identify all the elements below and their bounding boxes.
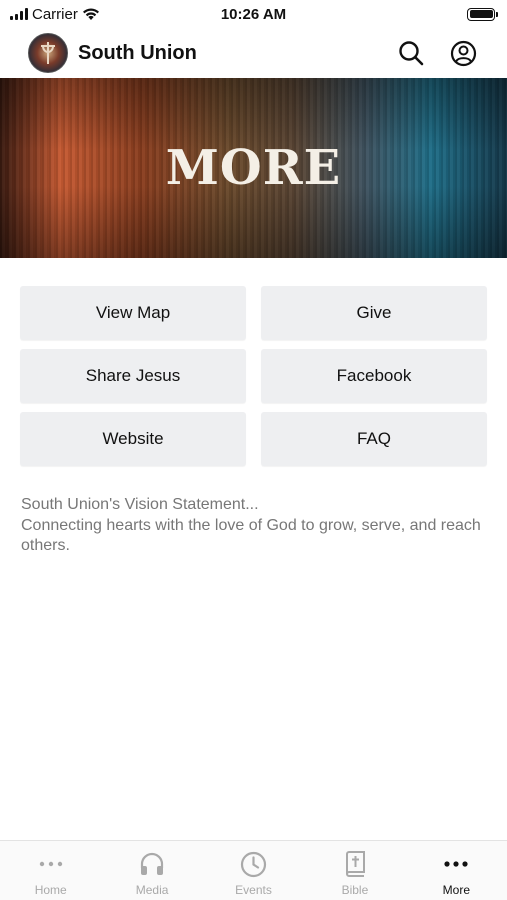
wifi-icon — [82, 8, 99, 20]
search-icon[interactable] — [395, 37, 427, 69]
vision-statement: South Union's Vision Statement... Connec… — [21, 495, 491, 557]
hero-banner: MORE — [0, 78, 507, 258]
church-logo-mark — [41, 42, 55, 64]
status-bar: Carrier 10:26 AM — [0, 0, 507, 28]
tab-media[interactable]: Media — [101, 841, 202, 900]
tab-more[interactable]: More — [406, 841, 507, 900]
tab-events-label: Events — [235, 883, 272, 897]
tab-more-label: More — [442, 883, 470, 897]
church-logo[interactable] — [28, 33, 68, 73]
tab-events[interactable]: Events — [203, 841, 304, 900]
dots-icon — [38, 850, 64, 878]
facebook-button[interactable]: Facebook — [261, 349, 487, 403]
battery-icon — [467, 7, 498, 21]
give-button[interactable]: Give — [261, 286, 487, 340]
app-header: South Union — [0, 28, 507, 78]
share-jesus-button[interactable]: Share Jesus — [20, 349, 246, 403]
hero-title: MORE — [165, 140, 342, 196]
view-map-button[interactable]: View Map — [20, 286, 246, 340]
vision-body: Connecting hearts with the love of God t… — [21, 516, 481, 555]
signal-icon — [10, 8, 28, 20]
tab-bible[interactable]: Bible — [304, 841, 405, 900]
status-left: Carrier — [10, 6, 100, 23]
headphones-icon — [139, 850, 165, 878]
tab-home[interactable]: Home — [0, 841, 101, 900]
more-button-grid: View Map Give Share Jesus Facebook Websi… — [20, 286, 487, 466]
more-icon — [443, 850, 469, 878]
faq-button[interactable]: FAQ — [261, 412, 487, 466]
app-title: South Union — [78, 41, 197, 64]
tab-bible-label: Bible — [341, 883, 369, 897]
screen: Carrier 10:26 AM South Union MORE View M… — [0, 0, 507, 900]
carrier-label: Carrier — [32, 5, 78, 23]
account-icon[interactable] — [447, 37, 479, 69]
website-button[interactable]: Website — [20, 412, 246, 466]
vision-heading: South Union's Vision Statement... — [21, 496, 259, 513]
tab-media-label: Media — [135, 883, 169, 897]
clock-icon — [240, 850, 267, 878]
bible-icon — [344, 850, 366, 878]
tab-bar: Home Media Events Bible More — [0, 840, 507, 900]
tab-home-label: Home — [34, 883, 67, 897]
